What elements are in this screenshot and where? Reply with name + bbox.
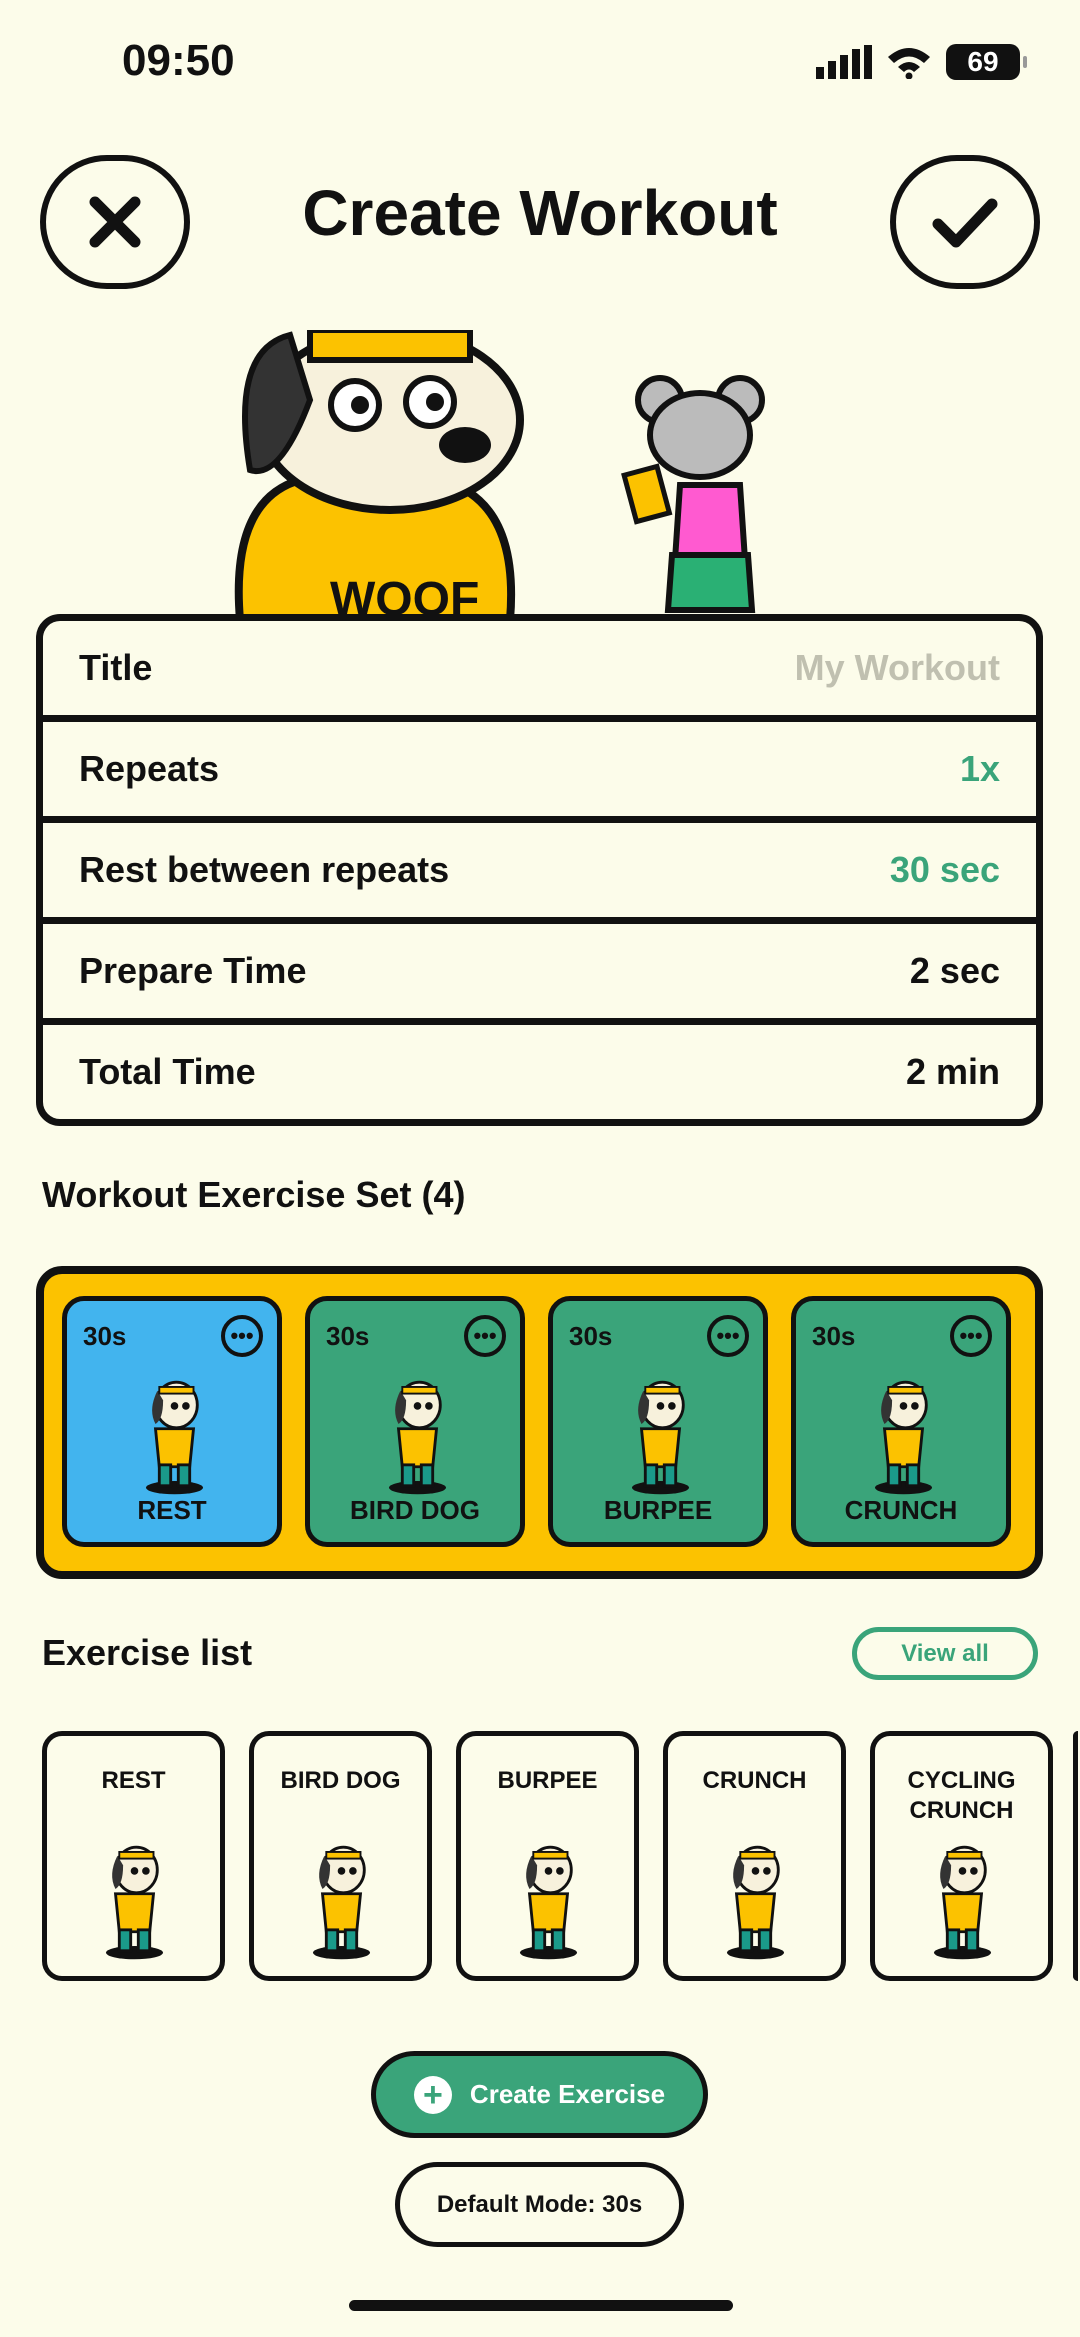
plus-icon: +: [413, 2075, 452, 2114]
more-options-icon[interactable]: •••: [950, 1315, 992, 1357]
exercise-name: REST: [101, 1767, 166, 1794]
exercise-name: REST: [137, 1495, 207, 1525]
setting-prepare-time[interactable]: Prepare Time 2 sec: [43, 924, 1036, 1018]
setting-value: 1x: [959, 748, 1000, 789]
setting-rest-between-repeats[interactable]: Rest between repeats 30 sec: [43, 823, 1036, 917]
title-input[interactable]: My Workout: [795, 647, 1000, 689]
exercise-list-card[interactable]: CYCLING CRUNCH: [870, 1731, 1053, 1981]
setting-label: Total Time: [79, 1051, 256, 1092]
exercise-illustration: [106, 1845, 163, 1960]
exercise-name: BIRD DOG: [350, 1495, 480, 1525]
exercise-name: BIRD DOG: [280, 1767, 401, 1794]
exercise-duration: 30s: [326, 1321, 370, 1351]
create-exercise-button[interactable]: + Create Exercise: [371, 2051, 708, 2138]
exercise-duration: 30s: [569, 1321, 613, 1351]
workout-settings-table: Title My Workout Repeats 1x Rest between r…: [36, 614, 1043, 1126]
exercise-illustration: [313, 1845, 370, 1960]
exercise-set-container: 30s ••• REST 30s ••• BIRD DOG 30s ••• BURPEE 30s •…: [36, 1266, 1043, 1579]
more-options-icon[interactable]: •••: [707, 1315, 749, 1357]
exercise-duration: 30s: [812, 1321, 856, 1351]
exercise-illustration: [520, 1845, 577, 1960]
exercise-name: BURPEE: [603, 1495, 713, 1525]
exercise-list-card[interactable]: BURPEE: [456, 1731, 639, 1981]
exercise-illustration: [389, 1380, 446, 1495]
more-options-icon[interactable]: •••: [464, 1315, 506, 1357]
exercise-illustration: [632, 1380, 689, 1495]
exercise-set-card[interactable]: 30s ••• BURPEE: [548, 1296, 768, 1547]
setting-label: Title: [79, 647, 153, 688]
view-all-button[interactable]: View all: [852, 1627, 1038, 1680]
more-options-icon[interactable]: •••: [221, 1315, 263, 1357]
wifi-icon: [888, 48, 930, 79]
dog-illustration: WOOF: [234, 330, 524, 620]
setting-repeats[interactable]: Repeats 1x: [43, 722, 1036, 816]
exercise-list-card[interactable]: CRUNCH: [663, 1731, 846, 1981]
exercise-list-card-partial[interactable]: [1073, 1731, 1078, 1981]
exercise-duration: 30s: [83, 1321, 127, 1351]
exercise-name: CRUNCH: [844, 1495, 958, 1525]
setting-label: Repeats: [79, 748, 220, 789]
setting-value: 2 min: [905, 1051, 1000, 1092]
exercise-set-title: Workout Exercise Set (4): [42, 1174, 466, 1215]
exercise-set-card[interactable]: 30s ••• BIRD DOG: [305, 1296, 525, 1547]
confirm-button[interactable]: [890, 155, 1040, 289]
exercise-list-title: Exercise list: [42, 1632, 253, 1673]
check-icon: [932, 198, 998, 248]
exercise-set-card[interactable]: 30s ••• REST: [62, 1296, 282, 1547]
default-mode-button[interactable]: Default Mode: 30s: [395, 2162, 684, 2247]
setting-value: 30 sec: [889, 849, 1000, 890]
setting-value: 2 sec: [909, 950, 1000, 991]
exercise-list-card[interactable]: BIRD DOG: [249, 1731, 432, 1981]
svg-text:WOOF: WOOF: [330, 573, 479, 620]
signal-icon: [816, 45, 872, 79]
exercise-name: BURPEE: [497, 1767, 598, 1794]
status-time: 09:50: [122, 36, 235, 85]
setting-label: Rest between repeats: [79, 849, 450, 890]
exercise-name: CRUNCH: [702, 1767, 807, 1794]
exercise-illustration: [875, 1380, 932, 1495]
exercise-illustration: [727, 1845, 784, 1960]
home-indicator[interactable]: [349, 2300, 733, 2311]
create-exercise-label: Create Exercise: [469, 2079, 666, 2109]
status-icons: 69: [816, 44, 1027, 80]
exercise-name: CYCLING CRUNCH: [907, 1767, 1016, 1824]
mascot-illustration: WOOF: [234, 330, 765, 620]
exercise-list: REST BIRD DOG BURPEE CRUNCH CYCLING CRUNCH: [42, 1731, 1078, 1981]
setting-title[interactable]: Title My Workout: [43, 621, 1036, 715]
exercise-set-card[interactable]: 30s ••• CRUNCH: [791, 1296, 1011, 1547]
exercise-illustration: [146, 1380, 203, 1495]
setting-label: Prepare Time: [79, 950, 307, 991]
exercise-illustration: [934, 1845, 991, 1960]
mouse-illustration: [621, 375, 765, 613]
exercise-list-card[interactable]: REST: [42, 1731, 225, 1981]
setting-total-time: Total Time 2 min: [43, 1025, 1036, 1119]
battery-indicator: 69: [946, 44, 1027, 80]
